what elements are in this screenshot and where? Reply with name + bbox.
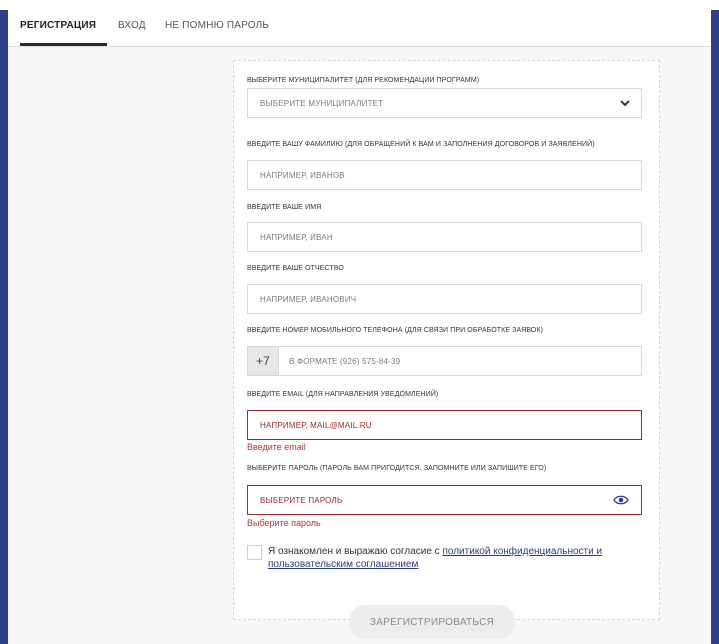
name-field[interactable]: НАПРИМЕР, ИВАН bbox=[247, 222, 642, 252]
email-error: Введите email bbox=[247, 442, 306, 452]
municipality-selected-value: ВЫБЕРИТЕ МУНИЦИПАЛИТЕТ bbox=[260, 98, 384, 108]
register-button[interactable]: ЗАРЕГИСТРИРОВАТЬСЯ bbox=[349, 605, 515, 639]
name-label: ВВЕДИТЕ ВАШЕ ИМЯ bbox=[247, 204, 322, 211]
tab-forgot-password[interactable]: НЕ ПОМНЮ ПАРОЛЬ bbox=[165, 20, 269, 31]
email-label: ВВЕДИТЕ EMAIL (ДЛЯ НАПРАВЛЕНИЯ УВЕДОМЛЕН… bbox=[247, 391, 439, 398]
municipality-label: ВЫБЕРИТЕ МУНИЦИПАЛИТЕТ (ДЛЯ РЕКОМЕНДАЦИИ… bbox=[247, 77, 480, 84]
window-border-left bbox=[0, 10, 8, 644]
email-placeholder: НАПРИМЕР, MAIL@MAIL.RU bbox=[260, 420, 372, 430]
active-tab-indicator bbox=[20, 43, 107, 46]
patronymic-label: ВВЕДИТЕ ВАШЕ ОТЧЕСТВО bbox=[247, 265, 344, 272]
surname-placeholder: НАПРИМЕР, ИВАНОВ bbox=[260, 170, 345, 180]
auth-tabs: РЕГИСТРАЦИЯ ВХОД НЕ ПОМНЮ ПАРОЛЬ bbox=[8, 10, 711, 47]
name-placeholder: НАПРИМЕР, ИВАН bbox=[260, 232, 333, 242]
surname-label: ВВЕДИТЕ ВАШУ ФАМИЛИЮ (ДЛЯ ОБРАЩЕНИЙ К ВА… bbox=[247, 141, 595, 148]
municipality-select[interactable]: ВЫБЕРИТЕ МУНИЦИПАЛИТЕТ bbox=[247, 88, 642, 118]
consent-checkbox[interactable] bbox=[247, 545, 262, 560]
consent-text: Я ознакомлен и выражаю согласие с полити… bbox=[268, 545, 648, 571]
tab-login[interactable]: ВХОД bbox=[118, 20, 146, 31]
email-field[interactable]: НАПРИМЕР, MAIL@MAIL.RU bbox=[247, 410, 642, 440]
phone-field[interactable]: +7 В ФОРМАТЕ (926) 575-84-39 bbox=[247, 346, 642, 376]
password-label: ВЫБЕРИТЕ ПАРОЛЬ (ПАРОЛЬ ВАМ ПРИГОДИТСЯ, … bbox=[247, 465, 547, 472]
surname-field[interactable]: НАПРИМЕР, ИВАНОВ bbox=[247, 160, 642, 190]
patronymic-field[interactable]: НАПРИМЕР, ИВАНОВИЧ bbox=[247, 284, 642, 314]
chevron-down-icon bbox=[620, 100, 630, 107]
password-field[interactable]: ВЫБЕРИТЕ ПАРОЛЬ bbox=[247, 485, 642, 515]
tab-registration[interactable]: РЕГИСТРАЦИЯ bbox=[20, 20, 96, 31]
patronymic-placeholder: НАПРИМЕР, ИВАНОВИЧ bbox=[260, 294, 357, 304]
phone-placeholder: В ФОРМАТЕ (926) 575-84-39 bbox=[289, 356, 401, 366]
show-password-eye-icon[interactable] bbox=[613, 494, 629, 506]
phone-prefix: +7 bbox=[248, 347, 279, 375]
window-border-right bbox=[711, 10, 719, 644]
password-placeholder: ВЫБЕРИТЕ ПАРОЛЬ bbox=[260, 495, 343, 505]
document-strip bbox=[0, 0, 719, 10]
phone-label: ВВЕДИТЕ НОМЕР МОБИЛЬНОГО ТЕЛЕФОНА (ДЛЯ С… bbox=[247, 327, 544, 334]
consent-text-prefix: Я ознакомлен и выражаю согласие с bbox=[268, 546, 443, 557]
password-error: Выберите пароль bbox=[247, 518, 321, 528]
